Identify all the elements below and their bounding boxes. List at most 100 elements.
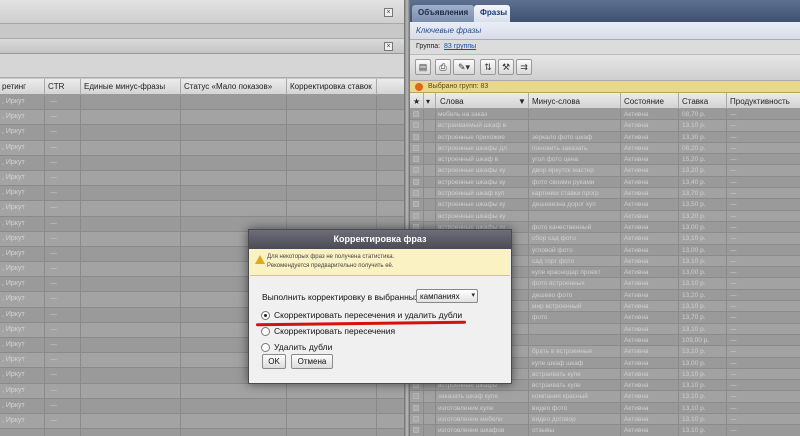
- table-row[interactable]: изготовление купе видео фото Активна 13,10 …: [410, 403, 800, 415]
- col-header-words[interactable]: Слова: [440, 97, 464, 106]
- cancel-button[interactable]: Отмена: [291, 354, 333, 369]
- row-words: встроенные прихожие: [438, 133, 505, 141]
- table-row[interactable]: , Иркут —: [0, 156, 404, 171]
- table-row[interactable]: , Иркут —: [0, 413, 404, 430]
- dialog-title[interactable]: Корректировка фраз: [249, 230, 511, 249]
- row-checkbox[interactable]: [413, 156, 419, 163]
- table-row[interactable]: встроенные шкафы ку фото своими руками Акт…: [410, 177, 800, 189]
- row-checkbox[interactable]: [413, 178, 419, 185]
- edit-dropdown-icon[interactable]: ✎▾: [453, 59, 475, 75]
- star-icon[interactable]: ★: [413, 97, 420, 106]
- row-productivity: —: [730, 359, 737, 367]
- row-minus-words: мир встроенный: [532, 303, 582, 311]
- col-header-bid[interactable]: Ставка: [682, 97, 708, 106]
- table-row[interactable]: изготовление мебели видео договор Активна 1…: [410, 414, 800, 426]
- table-row[interactable]: встраиваемый шкаф в Активна 13,10 р. —: [410, 120, 800, 132]
- row-state: Активна: [624, 201, 649, 209]
- row-checkbox[interactable]: [413, 167, 419, 174]
- table-row[interactable]: встроенные шкафы ку дешевизна дорог куп Ак…: [410, 199, 800, 211]
- row-checkbox[interactable]: [413, 427, 419, 434]
- phrases-toolbar: ▤ ⎙ ✎▾ ⇅ ⚒ ⇉: [410, 55, 800, 81]
- col-header-minus-phrases[interactable]: Единые минус-фразы: [84, 82, 165, 91]
- row-checkbox[interactable]: [413, 122, 419, 129]
- sort-icon[interactable]: ⇅: [480, 59, 496, 75]
- tab-phrases[interactable]: Фразы: [474, 5, 510, 22]
- scope-select[interactable]: кампаниях ▾: [416, 289, 478, 303]
- table-row[interactable]: мебель на заказ Активна 08,70 р. —: [410, 109, 800, 121]
- row-productivity: —: [730, 178, 737, 186]
- row-checkbox[interactable]: [413, 393, 419, 400]
- radio-remove-duplicates[interactable]: [261, 343, 270, 352]
- table-row[interactable]: , Иркут —: [0, 140, 404, 156]
- group-count-link[interactable]: 83 группы: [444, 43, 476, 50]
- row-productivity: —: [730, 167, 737, 175]
- row-region: , Иркут: [2, 341, 25, 348]
- row-words: встроенный шкаф в: [438, 156, 499, 164]
- row-state: Активна: [624, 212, 649, 220]
- table-row[interactable]: встроенные шкафы дл поновить заказать Акти…: [410, 142, 800, 155]
- col-header-productivity[interactable]: Продуктивность: [730, 97, 790, 106]
- tab-ads[interactable]: Объявления: [412, 5, 474, 22]
- row-checkbox[interactable]: [413, 190, 419, 197]
- row-words: мебель на заказ: [438, 111, 488, 118]
- table-row[interactable]: изготовление шкафов отзывы Активна 13,10 р.…: [410, 425, 800, 436]
- table-row[interactable]: , Иркут —: [0, 399, 404, 414]
- ok-button[interactable]: OK: [262, 354, 286, 369]
- table-row[interactable]: встроенный шкаф в угол фото цена Активна 15…: [410, 154, 800, 166]
- row-region: , Иркут: [2, 325, 25, 333]
- row-checkbox[interactable]: [413, 404, 419, 411]
- col-header-minus-words[interactable]: Минус-слова: [532, 97, 580, 106]
- row-checkbox[interactable]: [413, 133, 419, 140]
- table-row[interactable]: , Иркут —: [0, 95, 404, 111]
- filter-icon[interactable]: ▾: [426, 97, 430, 106]
- row-bid: 13,10 р.: [682, 325, 706, 333]
- row-checkbox[interactable]: [413, 144, 419, 151]
- sort-desc-icon[interactable]: ▼: [518, 97, 526, 106]
- col-header-rating[interactable]: ретинг: [2, 82, 26, 91]
- group-label: Группа:: [416, 43, 441, 50]
- table-row[interactable]: встроенные прихожие зеркало фото шкаф Акти…: [410, 132, 800, 143]
- merge-icon[interactable]: ⇉: [516, 59, 532, 75]
- row-checkbox[interactable]: [413, 201, 419, 208]
- row-bid: 13,10 р.: [682, 416, 706, 424]
- row-checkbox[interactable]: [413, 111, 419, 117]
- row-region: , Иркут: [2, 265, 25, 273]
- row-words: встроенный шкаф куп: [438, 190, 505, 198]
- keywords-title[interactable]: Ключевые фразы: [416, 26, 481, 35]
- row-state: Активна: [624, 280, 649, 288]
- table-row[interactable]: , Иркут —: [0, 201, 404, 217]
- row-region: , Иркут: [2, 234, 25, 242]
- radio-fix-overlaps[interactable]: [261, 327, 270, 336]
- option-fix-overlaps-label: Скорректировать пересечения: [274, 326, 396, 336]
- table-row[interactable]: , Иркут —: [0, 110, 404, 126]
- row-productivity: —: [730, 325, 737, 333]
- print-icon[interactable]: ⎙: [435, 59, 451, 75]
- row-productivity: —: [730, 382, 737, 390]
- table-row[interactable]: заказать шкаф купе компания красный Активн…: [410, 391, 800, 403]
- row-bid: 13,10 р.: [682, 427, 706, 435]
- col-header-low-impressions[interactable]: Статус «Мало показов»: [184, 82, 272, 91]
- col-header-bid-adjustment[interactable]: Корректировка ставок: [290, 82, 372, 91]
- tools-icon[interactable]: ⚒: [498, 59, 514, 75]
- table-row[interactable]: , Иркут —: [0, 383, 404, 399]
- table-row[interactable]: встроенный шкаф куп картинки ставки прогр…: [410, 188, 800, 200]
- radio-fix-and-dedupe[interactable]: [261, 311, 270, 320]
- col-header-state[interactable]: Состояние: [624, 97, 664, 106]
- row-checkbox[interactable]: [413, 416, 419, 423]
- col-header-ctr[interactable]: CTR: [48, 82, 64, 91]
- row-minus-words: картинки ставки прогр: [532, 190, 599, 198]
- table-row[interactable]: , Иркут —: [0, 186, 404, 202]
- left-close-icon[interactable]: ×: [384, 8, 393, 17]
- left-sub-close-icon[interactable]: ×: [384, 42, 393, 51]
- row-minus-words: поновить заказать: [532, 144, 588, 152]
- table-row[interactable]: , Иркут —: [0, 170, 404, 187]
- table-row[interactable]: встроенные шкафы ку Активна 13,20 р. —: [410, 210, 800, 222]
- table-row[interactable]: , Иркут —: [0, 125, 404, 141]
- row-state: Активна: [624, 427, 649, 435]
- row-state: Активна: [624, 178, 649, 186]
- list-icon[interactable]: ▤: [415, 59, 431, 75]
- table-row[interactable]: встроенные шкафы ку двор иркутск мастер Ак…: [410, 165, 800, 177]
- row-bid: 13,00 р.: [682, 223, 706, 231]
- row-checkbox[interactable]: [413, 212, 419, 219]
- row-words: встроенные шкафы ку: [438, 178, 506, 186]
